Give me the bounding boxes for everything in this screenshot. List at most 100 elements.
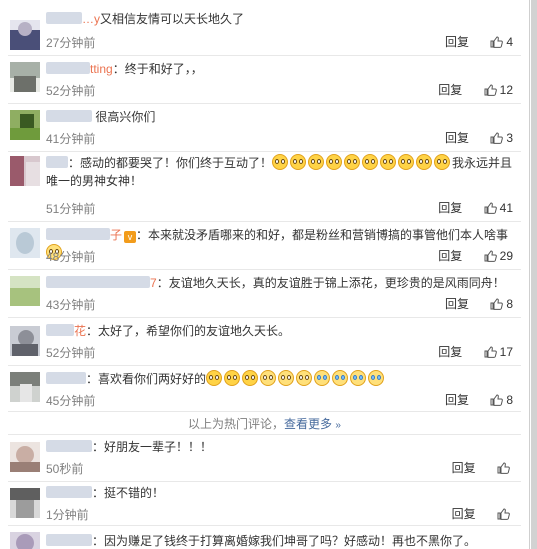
thumbs-up-icon [490,298,504,310]
reply-button[interactable]: 回复 [452,505,476,522]
smiley-emoji-icon [380,154,397,170]
comment-text: 很高兴你们 [95,110,156,124]
like-button[interactable]: 8 [490,297,513,311]
like-button[interactable]: 17 [484,345,513,359]
avatar[interactable] [10,488,40,518]
comment-author[interactable] [46,370,86,388]
scrollbar-thumb[interactable] [531,0,537,549]
like-count: 4 [506,35,513,49]
comment-item: ：挺不错的！ 1分钟前 回复 [0,482,529,526]
comment-author[interactable] [46,154,68,172]
comment-time: 1分钟前 [46,508,89,522]
comment-time: 45分钟前 [46,394,96,408]
like-button[interactable]: 4 [490,35,513,49]
comments-panel: …y又相信友情可以天长地久了 27分钟前 回复 4 tting：终于和好了，， … [0,0,530,549]
avatar[interactable] [10,532,40,549]
comment-author[interactable]: …y [46,10,100,28]
scrollbar[interactable] [531,0,537,549]
like-button[interactable]: 8 [490,393,513,407]
comment-text: ：终于和好了，， [112,62,203,76]
thumbs-up-icon [497,462,510,474]
comment-time: 48分钟前 [46,250,96,264]
avatar[interactable] [10,62,40,92]
comment-author[interactable] [46,484,92,502]
comment-item: ：因为赚足了钱终于打算离婚嫁我们坤哥了吗？好感动！再也不黑你了。 [0,526,529,549]
like-button[interactable]: 29 [484,249,513,263]
like-button[interactable]: 3 [490,131,513,145]
smiley-emoji-icon [224,370,241,386]
comment-author[interactable]: 子v [46,226,137,244]
comment-text: ：友谊地久天长，真的友谊胜于锦上添花，更珍贵的是风雨同舟！ [156,276,505,290]
like-button[interactable] [497,461,513,475]
like-button[interactable] [497,507,513,521]
avatar[interactable] [10,20,40,50]
comment-text: ：太好了，希望你们的友谊地久天长。 [86,324,291,338]
emoji-group [206,370,386,386]
comment-author[interactable] [46,532,92,549]
smiley-emoji-icon [434,154,451,170]
reply-button[interactable]: 回复 [445,391,469,408]
thumbs-up-icon [484,202,497,214]
hot-comments-label: 以上为热门评论， [188,417,285,431]
avatar[interactable] [10,110,40,140]
avatar[interactable] [10,326,40,356]
reply-button[interactable]: 回复 [445,295,469,312]
hot-comments-footer: 以上为热门评论，查看更多 » [0,415,529,432]
thumbs-up-icon [484,84,497,96]
crying-emoji-icon [350,370,367,386]
smiley-emoji-icon [272,154,289,170]
comment-item: 子 v ：本来就没矛盾哪来的和好，都是粉丝和营销博搞的事管他们本人啥事 48分钟前 … [0,222,529,270]
emoji-group [272,154,452,170]
reply-button[interactable]: 回复 [445,33,469,50]
comment-item: …y又相信友情可以天长地久了 27分钟前 回复 4 [0,0,529,56]
reply-button[interactable]: 回复 [438,343,462,360]
reply-button[interactable]: 回复 [438,81,462,98]
comment-author[interactable]: 7 [46,274,157,292]
smiley-emoji-icon [398,154,415,170]
comment-time: 52分钟前 [46,84,96,98]
comment-item: ：好朋友一辈子！！！ 50秒前 回复 [0,436,529,482]
chevron-right-icon[interactable]: » [335,420,341,431]
smiley-emoji-icon [206,370,223,386]
comment-time: 43分钟前 [46,298,96,312]
comment-author[interactable]: 花 [46,322,86,340]
comment-item: tting：终于和好了，， 52分钟前 回复 12 [0,56,529,104]
reply-button[interactable]: 回复 [445,129,469,146]
thumbs-up-icon [484,346,497,358]
comment-author[interactable] [46,108,92,126]
avatar[interactable] [10,156,40,186]
thumbs-up-icon [484,250,497,262]
smiley-emoji-icon [344,154,361,170]
sad-emoji-icon [260,370,277,386]
thumbs-up-icon [490,36,504,48]
comment-text: ：好朋友一辈子！！！ [92,440,213,454]
sad-emoji-icon [278,370,295,386]
comment-author[interactable]: tting [46,60,113,78]
like-count: 3 [506,131,513,145]
smiley-emoji-icon [242,370,259,386]
view-more-link[interactable]: 查看更多 [284,417,332,431]
comment-item: ：感动的都要哭了！你们终于互动了！ 我永远并且唯一的男神女神！ 51分钟前 回复 … [0,152,529,222]
like-button[interactable]: 12 [484,83,513,97]
comment-author[interactable] [46,438,92,456]
vip-badge-icon: v [124,231,137,243]
crying-emoji-icon [332,370,349,386]
thumbs-up-icon [497,508,510,520]
comment-time: 50秒前 [46,462,84,476]
avatar[interactable] [10,372,40,402]
reply-button[interactable]: 回复 [438,247,462,264]
like-count: 41 [499,201,513,215]
avatar[interactable] [10,276,40,306]
avatar[interactable] [10,442,40,472]
reply-button[interactable]: 回复 [452,459,476,476]
like-button[interactable]: 41 [484,201,513,215]
crying-emoji-icon [314,370,331,386]
comment-item: 7：友谊地久天长，真的友谊胜于锦上添花，更珍贵的是风雨同舟！ 43分钟前 回复 … [0,270,529,318]
thumbs-up-icon [490,394,504,406]
smiley-emoji-icon [290,154,307,170]
avatar[interactable] [10,228,40,258]
comment-text: ：因为赚足了钱终于打算离婚嫁我们坤哥了吗？好感动！再也不黑你了。 [92,534,477,548]
crying-emoji-icon [368,370,385,386]
reply-button[interactable]: 回复 [438,199,462,216]
like-count: 29 [499,249,513,263]
